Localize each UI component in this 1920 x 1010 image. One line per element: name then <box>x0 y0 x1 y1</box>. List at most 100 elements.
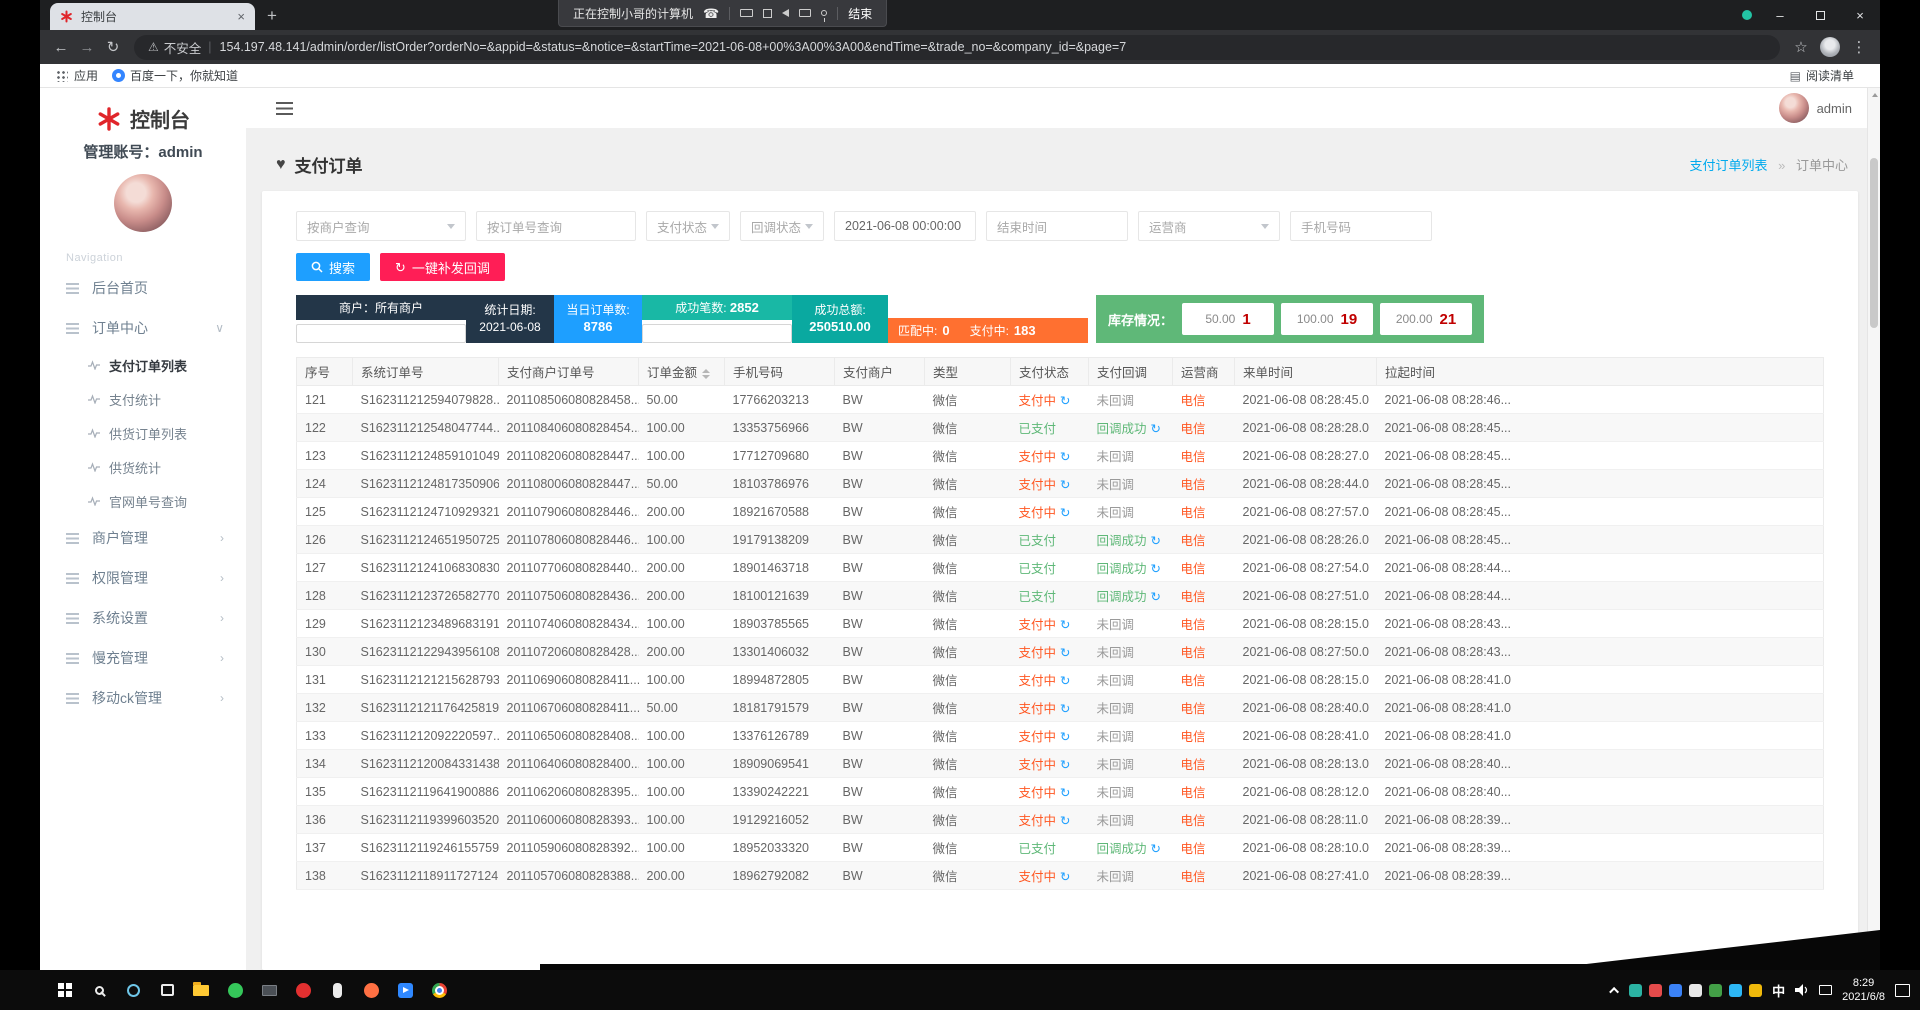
window-close-button[interactable]: × <box>1840 8 1880 23</box>
browser-scrollbar[interactable] <box>1867 88 1880 970</box>
scrollbar-thumb[interactable] <box>1870 158 1878 328</box>
apps-grid-icon[interactable] <box>56 70 68 82</box>
monitor-icon[interactable] <box>799 9 811 17</box>
sidebar-item[interactable]: 商户管理› <box>40 518 246 558</box>
tab-close-icon[interactable]: × <box>237 9 245 24</box>
order-row[interactable]: 138S162311211891172712412011057060808283… <box>297 862 1824 890</box>
filter-input[interactable]: 手机号码 <box>1290 211 1432 241</box>
tray-app-white[interactable] <box>1689 984 1702 997</box>
refresh-status-icon[interactable]: ↻ <box>1060 674 1070 688</box>
sidebar-subitem[interactable]: 支付订单列表 <box>40 348 246 382</box>
refresh-status-icon[interactable]: ↻ <box>1060 450 1070 464</box>
sort-carets-icon[interactable] <box>702 369 710 379</box>
order-row[interactable]: 123S162311212485910104982011082060808284… <box>297 442 1824 470</box>
order-row[interactable]: 130S162311212294395610812011072060808284… <box>297 638 1824 666</box>
volume-icon[interactable] <box>1795 984 1809 996</box>
refresh-status-icon[interactable]: ↻ <box>1060 646 1070 660</box>
tray-app-lightblue[interactable] <box>1729 984 1742 997</box>
window-minimize-button[interactable]: – <box>1760 8 1800 23</box>
filter-input[interactable]: 2021-06-08 00:00:00 <box>834 211 976 241</box>
menu-toggle-icon[interactable] <box>276 102 293 115</box>
file-explorer-icon[interactable] <box>184 970 218 1010</box>
order-row[interactable]: 134S162311212008433143882011064060808284… <box>297 750 1824 778</box>
sidebar-subitem[interactable]: 供货订单列表 <box>40 416 246 450</box>
sidebar-item[interactable]: 慢充管理› <box>40 638 246 678</box>
bookmark-baidu[interactable]: 百度一下，你就知道 <box>130 67 238 84</box>
refresh-status-icon[interactable]: ↻ <box>1060 814 1070 828</box>
order-row[interactable]: 126S162311212465195072512011078060808284… <box>297 526 1824 554</box>
sidebar-subitem[interactable]: 供货统计 <box>40 450 246 484</box>
sidebar-item[interactable]: 移动ck管理› <box>40 678 246 718</box>
green-circle-app-icon[interactable] <box>218 970 252 1010</box>
sidebar-item[interactable]: 订单中心∨ <box>40 308 246 348</box>
sidebar-subitem[interactable]: 支付统计 <box>40 382 246 416</box>
refresh-status-icon[interactable]: ↻ <box>1060 702 1070 716</box>
browser-tab[interactable]: 控制台 × <box>50 3 255 30</box>
browser-profile-avatar[interactable] <box>1820 37 1840 57</box>
refresh-status-icon[interactable]: ↻ <box>1060 394 1070 408</box>
tray-app-yellow[interactable] <box>1749 984 1762 997</box>
column-header[interactable]: 订单金额 <box>639 358 725 386</box>
refresh-callback-icon[interactable]: ↻ <box>1151 562 1161 576</box>
order-row[interactable]: 136S162311211939960352042011060060808283… <box>297 806 1824 834</box>
apps-label[interactable]: 应用 <box>74 67 98 84</box>
pin-icon[interactable] <box>821 10 827 16</box>
reload-button[interactable]: ↻ <box>100 38 126 56</box>
resend-callback-button[interactable]: ↻ 一键补发回调 <box>380 253 505 281</box>
refresh-callback-icon[interactable]: ↻ <box>1151 842 1161 856</box>
orange-app-icon[interactable] <box>354 970 388 1010</box>
success-count-input[interactable] <box>642 324 792 343</box>
bookmark-star-icon[interactable]: ☆ <box>1788 38 1814 56</box>
netease-music-icon[interactable] <box>286 970 320 1010</box>
tray-app-red[interactable] <box>1649 984 1662 997</box>
filter-select[interactable]: 运营商 <box>1138 211 1280 241</box>
merchant-filter-input[interactable] <box>296 324 466 343</box>
sidebar-item[interactable]: 后台首页 <box>40 268 246 308</box>
refresh-status-icon[interactable]: ↻ <box>1060 618 1070 632</box>
order-row[interactable]: 129S162311212348968319192011074060808284… <box>297 610 1824 638</box>
refresh-status-icon[interactable]: ↻ <box>1060 730 1070 744</box>
notification-center-icon[interactable] <box>1895 984 1910 997</box>
filter-select[interactable]: 按商户查询 <box>296 211 466 241</box>
address-bar[interactable]: ⚠ 不安全 | 154.197.48.141/admin/order/listO… <box>134 35 1780 60</box>
search-icon[interactable] <box>82 970 116 1010</box>
user-avatar[interactable] <box>114 174 172 232</box>
order-row[interactable]: 131S162311212121562879392011069060808284… <box>297 666 1824 694</box>
forward-button[interactable]: → <box>74 39 100 56</box>
order-row[interactable]: 124S162311212481735090662011080060808284… <box>297 470 1824 498</box>
refresh-callback-icon[interactable]: ↻ <box>1151 590 1161 604</box>
order-row[interactable]: 132S162311212117642581942011067060808284… <box>297 694 1824 722</box>
order-row[interactable]: 125S162311212471092932172011079060808284… <box>297 498 1824 526</box>
end-control-button[interactable]: 结束 <box>848 5 872 22</box>
speaker-icon[interactable] <box>782 9 789 17</box>
tray-app-teal[interactable] <box>1629 984 1642 997</box>
filter-select[interactable]: 回调状态 <box>740 211 824 241</box>
order-row[interactable]: 127S162311212410683083082011077060808284… <box>297 554 1824 582</box>
refresh-callback-icon[interactable]: ↻ <box>1151 422 1161 436</box>
new-tab-button[interactable]: + <box>267 6 277 26</box>
refresh-status-icon[interactable]: ↻ <box>1060 506 1070 520</box>
order-row[interactable]: 133S162311212092220597...201106506080828… <box>297 722 1824 750</box>
tray-app-blue[interactable] <box>1669 984 1682 997</box>
tray-expand-icon[interactable] <box>1609 986 1619 996</box>
order-row[interactable]: 128S162311212372658277002011075060808284… <box>297 582 1824 610</box>
cortana-icon[interactable] <box>116 970 150 1010</box>
sidebar-subitem[interactable]: 官网单号查询 <box>40 484 246 518</box>
browser-menu-icon[interactable]: ⋮ <box>1846 38 1872 56</box>
refresh-status-icon[interactable]: ↻ <box>1060 870 1070 884</box>
chrome-icon[interactable] <box>422 970 456 1010</box>
refresh-status-icon[interactable]: ↻ <box>1060 478 1070 492</box>
reading-list-icon[interactable]: ▤ <box>1790 69 1801 83</box>
breadcrumb-current[interactable]: 支付订单列表 <box>1689 158 1767 173</box>
header-user[interactable]: admin <box>1779 93 1852 123</box>
order-row[interactable]: 122S162311212548047744...201108406080828… <box>297 414 1824 442</box>
tray-app-green[interactable] <box>1709 984 1722 997</box>
start-icon[interactable] <box>48 970 82 1010</box>
keyboard-icon[interactable] <box>740 9 753 17</box>
window-maximize-button[interactable] <box>1800 8 1840 23</box>
task-view-icon[interactable] <box>150 970 184 1010</box>
monitor-app-icon[interactable] <box>252 970 286 1010</box>
order-row[interactable]: 121S162311212594079828...201108506080828… <box>297 386 1824 414</box>
refresh-callback-icon[interactable]: ↻ <box>1151 534 1161 548</box>
reading-list-label[interactable]: 阅读清单 <box>1806 67 1854 84</box>
